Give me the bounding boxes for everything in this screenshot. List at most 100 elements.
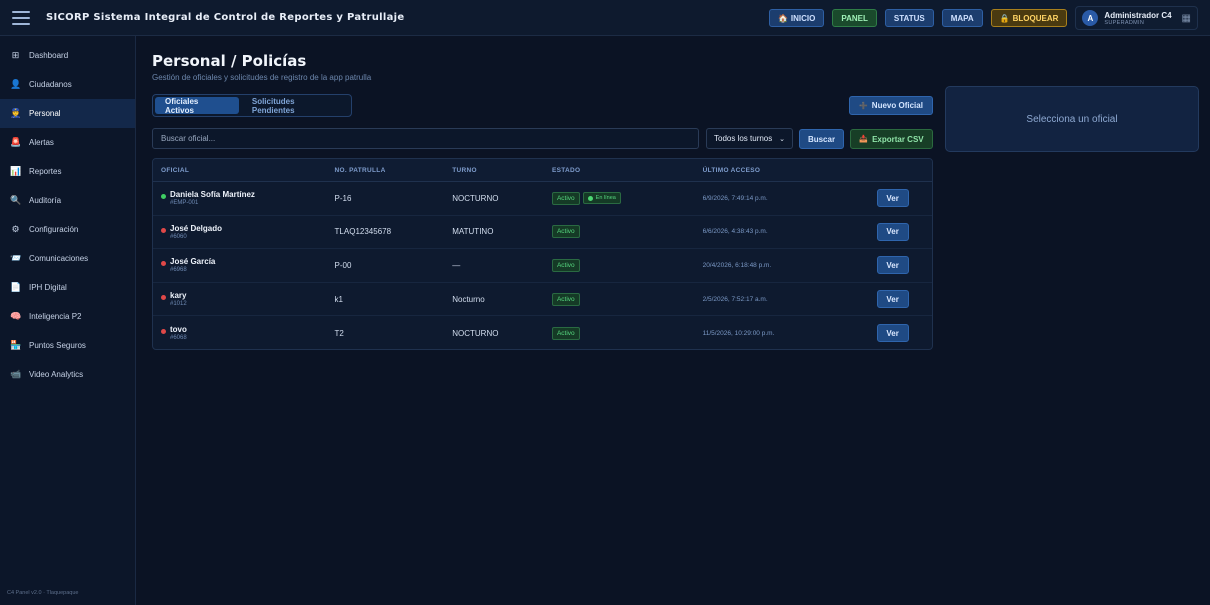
officer-id: #1012 <box>170 301 187 308</box>
mapa-button[interactable]: MAPA <box>941 9 983 27</box>
presence-dot <box>161 227 166 233</box>
sidebar-item-auditoria[interactable]: 🔍 Auditoría <box>0 186 135 215</box>
shift: NOCTURNO <box>452 328 499 338</box>
table-row[interactable]: kary #1012 k1 Nocturno Activo 2/5/2026, 7:52:… <box>153 283 932 317</box>
sidebar-item-comunicaciones[interactable]: 📨 Comunicaciones <box>0 244 135 273</box>
chart-icon: 📊 <box>10 166 22 176</box>
user-role: SUPERADMIN <box>1104 19 1145 26</box>
patrol-number: P-00 <box>334 260 352 270</box>
bloquear-button[interactable]: 🔒 BLOQUEAR <box>990 9 1068 27</box>
police-icon: 👮 <box>10 108 22 118</box>
shift: NOCTURNO <box>452 193 499 203</box>
tab-bar: Oficiales Activos Solicitudes Pendientes <box>152 94 352 117</box>
lock-icon: 🔒 <box>999 13 1010 23</box>
sidebar: ⊞ Dashboard 👤 Ciudadanos 👮 Personal 🚨 Alerta… <box>0 36 136 605</box>
document-icon: 📄 <box>10 282 22 292</box>
sidebar-item-inteligencia[interactable]: 🧠 Inteligencia P2 <box>0 302 135 331</box>
app-title: SICORP Sistema Integral de Control de Re… <box>46 12 405 23</box>
page-subtitle: Gestión de oficiales y solicitudes de re… <box>152 73 372 82</box>
sidebar-item-personal[interactable]: 👮 Personal <box>0 99 135 128</box>
shift: MATUTINO <box>452 227 494 237</box>
top-actions: 🏠 INICIO PANEL STATUS MAPA 🔒 BLOQUEAR A … <box>768 6 1198 30</box>
camera-icon: 📹 <box>10 369 22 379</box>
officer-id: #6068 <box>170 335 187 342</box>
officer-name: tovo <box>170 325 187 335</box>
last-access: 2/5/2026, 7:52:17 a.m. <box>702 295 768 303</box>
search-icon: 🔍 <box>10 195 22 205</box>
view-button[interactable]: Ver <box>876 324 909 343</box>
avatar: A <box>1082 10 1099 26</box>
status-badge: Activo <box>551 326 580 340</box>
top-bar: SICORP Sistema Integral de Control de Re… <box>0 0 1210 36</box>
status-badge: Activo <box>551 258 580 272</box>
view-button[interactable]: Ver <box>876 189 909 208</box>
patrol-number: TLAQ12345678 <box>334 227 392 237</box>
store-icon: 🏪 <box>10 340 22 350</box>
chevron-down-icon: ⌄ <box>779 135 785 143</box>
view-button[interactable]: Ver <box>876 256 909 275</box>
last-access: 20/4/2026, 6:18:48 p.m. <box>702 261 772 269</box>
export-csv-button[interactable]: 📥 Exportar CSV <box>850 129 933 149</box>
view-button[interactable]: Ver <box>876 222 909 241</box>
sidebar-item-video-analytics[interactable]: 📹 Video Analytics <box>0 360 135 389</box>
officer-name: José García <box>170 257 216 267</box>
patrol-number: T2 <box>334 328 344 338</box>
dashboard-icon: ⊞ <box>11 50 20 60</box>
view-button[interactable]: Ver <box>876 290 909 309</box>
shift-filter-select[interactable]: Todos los turnos ⌄ <box>706 128 793 149</box>
panel-button[interactable]: PANEL <box>832 9 877 27</box>
table-row[interactable]: tovo #6068 T2 NOCTURNO Activo 11/5/2026, 10:2… <box>153 316 932 349</box>
new-officer-button[interactable]: ➕ Nuevo Oficial <box>849 96 933 115</box>
page-title: Personal / Policías <box>152 52 307 70</box>
download-icon: 📥 <box>859 136 869 143</box>
sidebar-item-puntos-seguros[interactable]: 🏪 Puntos Seguros <box>0 331 135 360</box>
sidebar-item-iph-digital[interactable]: 📄 IPH Digital <box>0 273 135 302</box>
table-row[interactable]: Daniela Sofía Martínez #EMP-001 P-16 NOCTUR… <box>153 182 932 216</box>
inicio-button[interactable]: 🏠 INICIO <box>768 9 825 27</box>
officer-id: #6060 <box>170 233 187 240</box>
version-footer: C4 Panel v2.0 · Tlaquepaque <box>7 590 79 596</box>
search-input[interactable] <box>152 128 699 149</box>
brain-icon: 🧠 <box>10 311 22 321</box>
last-access: 6/9/2026, 7:49:14 p.m. <box>702 194 768 202</box>
patrol-number: P-16 <box>334 193 352 203</box>
table-row[interactable]: José Delgado #6060 TLAQ12345678 MATUTINO Act… <box>153 216 932 250</box>
gear-icon: ⚙ <box>11 224 20 234</box>
sidebar-item-alertas[interactable]: 🚨 Alertas <box>0 128 135 157</box>
officer-id: #6968 <box>170 267 187 274</box>
user-name: Administrador C4 <box>1104 10 1172 20</box>
officer-name: José Delgado <box>170 223 223 233</box>
officers-table: OFICIAL NO. PATRULLA TURNO ESTADO ÚLTIMO… <box>152 158 933 350</box>
user-icon: 👤 <box>10 79 22 89</box>
last-access: 6/6/2026, 4:38:43 p.m. <box>702 228 768 236</box>
tab-oficiales-activos[interactable]: Oficiales Activos <box>155 97 239 115</box>
apps-grid-icon[interactable]: ▦ <box>1182 13 1191 24</box>
home-icon: 🏠 <box>777 13 788 23</box>
user-menu[interactable]: A Administrador C4 SUPERADMIN ▦ <box>1075 6 1198 30</box>
sidebar-item-dashboard[interactable]: ⊞ Dashboard <box>0 41 135 70</box>
sidebar-item-reportes[interactable]: 📊 Reportes <box>0 157 135 186</box>
mail-icon: 📨 <box>10 253 22 263</box>
shift: Nocturno <box>452 294 485 304</box>
status-badge: Activo <box>551 225 580 239</box>
menu-icon[interactable] <box>12 10 30 25</box>
officer-name: kary <box>170 291 187 301</box>
officer-detail-panel: Selecciona un oficial <box>945 86 1199 152</box>
sidebar-item-configuracion[interactable]: ⚙ Configuración <box>0 215 135 244</box>
status-badge: Activo <box>551 191 580 205</box>
status-badge: Activo <box>551 292 580 306</box>
plus-icon: ➕ <box>859 102 868 110</box>
online-badge: En línea <box>582 192 621 205</box>
search-button[interactable]: Buscar <box>799 129 844 149</box>
table-header: OFICIAL NO. PATRULLA TURNO ESTADO ÚLTIMO… <box>153 159 932 182</box>
officer-id: #EMP-001 <box>170 200 199 207</box>
patrol-number: k1 <box>334 294 343 304</box>
sidebar-item-ciudadanos[interactable]: 👤 Ciudadanos <box>0 70 135 99</box>
officer-name: Daniela Sofía Martínez <box>170 190 255 200</box>
table-row[interactable]: José García #6968 P-00 — Activo 20/4/2026, 6:… <box>153 249 932 283</box>
tab-solicitudes-pendientes[interactable]: Solicitudes Pendientes <box>242 97 349 115</box>
last-access: 11/5/2026, 10:29:00 p.m. <box>702 329 775 337</box>
shift: — <box>452 260 461 270</box>
status-button[interactable]: STATUS <box>884 9 934 27</box>
siren-icon: 🚨 <box>10 137 22 147</box>
